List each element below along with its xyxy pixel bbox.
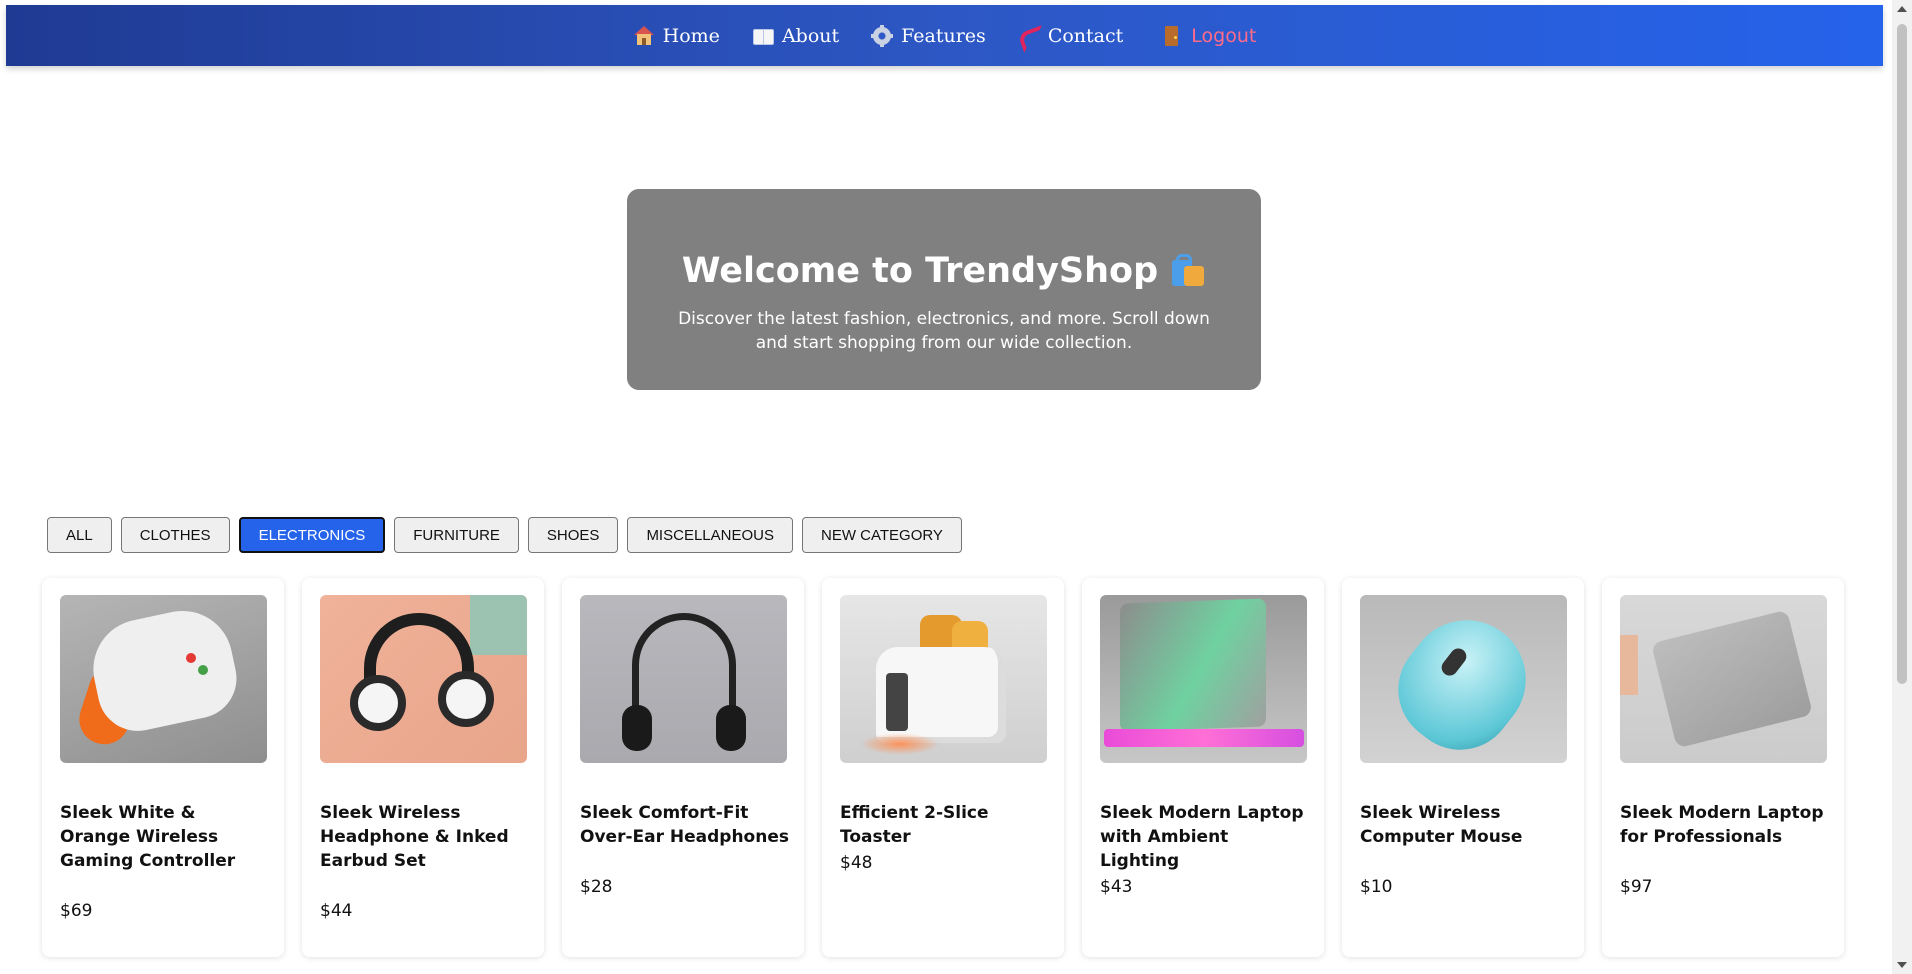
phone-icon [1017,24,1049,53]
scroll-thumb[interactable] [1897,24,1907,684]
product-title: Sleek Modern Laptop for Professionals [1620,803,1824,847]
product-card[interactable]: Sleek Modern Laptop with Ambient Lightin… [1082,578,1324,957]
product-title: Sleek Comfort-Fit Over-Ear Headphones [580,803,789,847]
product-card[interactable]: Sleek Wireless Headphone & Inked Earbud … [302,578,544,957]
product-price: $10 [1360,877,1393,897]
product-image [60,595,267,763]
product-title: Sleek Wireless Computer Mouse [1360,803,1523,847]
nav-item-home[interactable]: Home [633,25,720,47]
filter-furniture-button[interactable]: FURNITURE [394,517,519,553]
product-card[interactable]: Sleek Wireless Computer Mouse $10 [1342,578,1584,957]
product-grid: Sleek White & Orange Wireless Gaming Con… [42,578,1844,957]
shopping-bags-icon [1170,254,1206,288]
product-image [320,595,527,763]
scroll-down-arrow-icon[interactable] [1897,962,1907,968]
product-price: $48 [840,853,873,873]
nav-item-contact[interactable]: Contact [1017,24,1124,53]
nav-item-about[interactable]: About [752,25,839,47]
product-price: $43 [1100,877,1133,897]
product-title: Sleek Wireless Headphone & Inked Earbud … [320,803,509,871]
filter-all-button[interactable]: ALL [47,517,112,553]
product-price: $97 [1620,877,1653,897]
filter-miscellaneous-button[interactable]: MISCELLANEOUS [627,517,793,553]
home-icon [633,25,655,47]
filter-new-category-button[interactable]: NEW CATEGORY [801,517,962,553]
filter-clothes-button[interactable]: CLOTHES [120,517,230,553]
product-card[interactable]: Sleek Modern Laptop for Professionals $9… [1602,578,1844,957]
product-card[interactable]: Sleek White & Orange Wireless Gaming Con… [42,578,284,957]
filter-shoes-button[interactable]: SHOES [527,517,619,553]
product-image [840,595,1047,763]
top-navbar: Home About Features Contact Logout [6,5,1883,66]
nav-item-features[interactable]: Features [871,24,986,47]
filter-electronics-button[interactable]: ELECTRONICS [238,517,386,553]
book-icon [752,25,774,47]
logout-button[interactable]: Logout [1161,25,1256,47]
hero-title: Welcome to TrendyShop [627,251,1261,291]
product-price: $44 [320,901,353,921]
nav-item-label: Contact [1047,24,1124,47]
scroll-up-arrow-icon[interactable] [1897,6,1907,12]
page-scrollbar[interactable] [1892,0,1912,974]
product-image [580,595,787,763]
product-title: Sleek White & Orange Wireless Gaming Con… [60,803,236,871]
door-icon [1161,25,1183,47]
product-title: Efficient 2-Slice Toaster [840,803,989,847]
hero-banner: Welcome to TrendyShop Discover the lates… [627,189,1261,390]
nav-item-label: Features [901,24,986,47]
hero-title-text: Welcome to TrendyShop [681,251,1159,291]
product-image [1100,595,1307,763]
logout-label: Logout [1191,24,1257,47]
nav-item-label: About [781,24,840,47]
product-card[interactable]: Sleek Comfort-Fit Over-Ear Headphones $2… [562,578,804,957]
product-image [1360,595,1567,763]
product-price: $28 [580,877,613,897]
product-title: Sleek Modern Laptop with Ambient Lightin… [1100,803,1304,871]
product-image [1620,595,1827,763]
category-filters: ALL CLOTHES ELECTRONICS FURNITURE SHOES … [47,517,962,553]
product-price: $69 [60,901,93,921]
nav-list: Home About Features Contact Logout [633,24,1256,53]
product-card[interactable]: Efficient 2-Slice Toaster $48 [822,578,1064,957]
hero-description: Discover the latest fashion, electronics… [678,309,1210,353]
gear-icon [871,24,894,47]
nav-item-label: Home [662,24,720,47]
